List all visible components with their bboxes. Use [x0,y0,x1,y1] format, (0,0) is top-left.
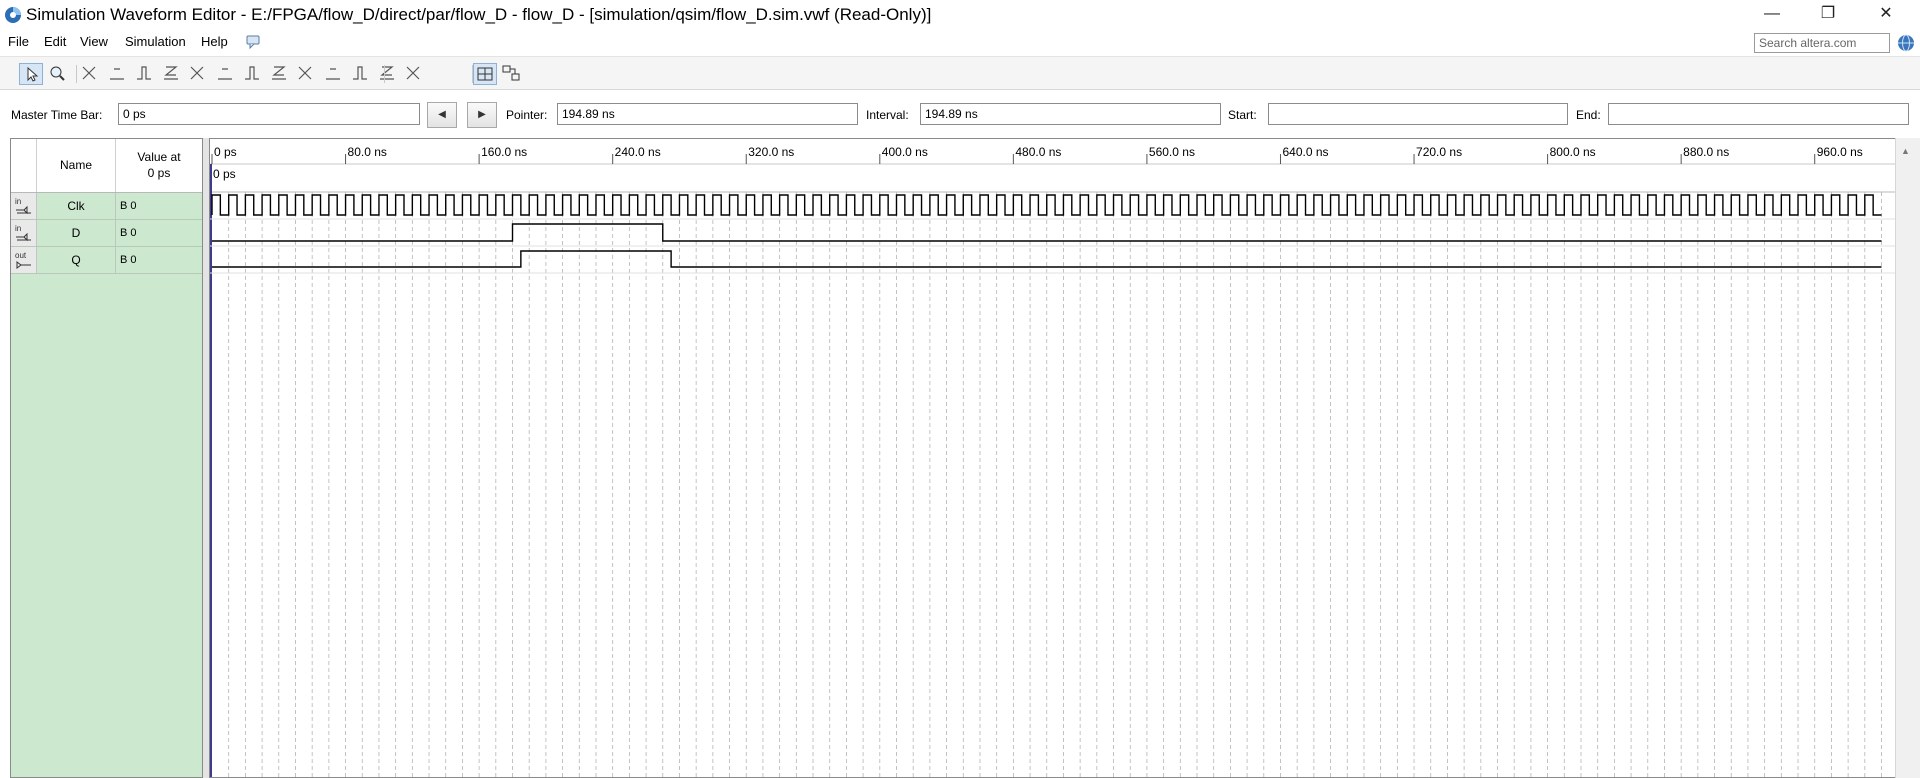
previous-transition-button[interactable]: ◀ [427,102,457,128]
node-name: Q [37,247,116,273]
node-name: D [37,220,116,246]
svg-text:in: in [15,224,21,233]
ruler-tick-label: 880.0 ns [1683,145,1729,159]
zoom-tool-button[interactable] [46,63,70,85]
waveform-canvas[interactable]: 0 ps 80.0 ns 160.0 ns 240.0 ns 320.0 ns 400.0… [210,139,1896,777]
force-dont-care-icon[interactable] [245,66,259,80]
menu-edit[interactable]: Edit [44,34,66,49]
ruler-tick-label: 80.0 ns [348,145,387,159]
ruler-tick-label: 800.0 ns [1550,145,1596,159]
master-time-bar-label: Master Time Bar: [11,108,103,122]
name-column-header[interactable]: Name [37,139,116,192]
globe-icon[interactable] [1897,34,1915,52]
arbitrary-value-icon[interactable] [406,66,420,80]
force-low-icon[interactable] [110,68,124,80]
end-label: End: [1576,108,1601,122]
ruler-tick-label: 960.0 ns [1817,145,1863,159]
vertical-scrollbar[interactable] [1895,138,1920,778]
force-high-impedance-icon[interactable] [164,66,178,80]
node-value: B 0 [120,227,137,239]
time-bar: Master Time Bar: 0 ps ◀ ▶ Pointer: 194.8… [0,96,1920,136]
close-button[interactable]: ✕ [1858,0,1914,30]
ruler-tick-label: 400.0 ns [882,145,928,159]
force-high-icon[interactable] [137,66,151,80]
window-title: Simulation Waveform Editor - E:/FPGA/flo… [26,5,932,24]
end-field[interactable] [1608,103,1909,125]
minimize-button[interactable]: — [1744,0,1800,30]
pointer-icon [27,66,39,82]
overwrite-clock-icon[interactable] [326,68,340,80]
search-input[interactable]: Search altera.com [1754,33,1890,53]
ruler-tick-label: 640.0 ns [1282,145,1328,159]
master-time-bar-label-marker: 0 ps [213,167,236,181]
waveform-toolbar [0,56,1920,90]
interval-field[interactable]: 194.89 ns [920,103,1221,125]
title-bar: Simulation Waveform Editor - E:/FPGA/flo… [0,0,1920,30]
ruler-tick-label: 720.0 ns [1416,145,1462,159]
menu-view[interactable]: View [80,34,108,49]
ruler-tick-label: 320.0 ns [748,145,794,159]
next-transition-button[interactable]: ▶ [467,102,497,128]
node-value: B 0 [120,254,137,266]
group-icon [502,65,520,81]
input-pin-icon: in [15,197,31,215]
group-nodes-button[interactable] [500,63,524,85]
start-field[interactable] [1268,103,1568,125]
value-header-line1: Value at [137,150,181,164]
start-label: Start: [1228,108,1257,122]
svg-text:in: in [15,197,21,206]
node-list-panel: Name Value at 0 ps in Clk B 0 in D B 0 o… [10,138,203,778]
ruler-tick-label: 160.0 ns [481,145,527,159]
waveform-panel[interactable]: 0 ps 80.0 ns 160.0 ns 240.0 ns 320.0 ns 400.0… [209,138,1904,778]
value-header-line2: 0 ps [147,166,171,180]
ruler-tick-label: 480.0 ns [1015,145,1061,159]
menu-help[interactable]: Help [201,34,228,49]
scroll-up-arrow-icon[interactable]: ▲ [1901,146,1910,156]
menu-bar: File Edit View Simulation Help [0,30,1920,54]
pointer-field[interactable]: 194.89 ns [557,103,858,125]
count-value-icon[interactable] [298,66,312,80]
menu-simulation[interactable]: Simulation [125,34,186,49]
input-pin-icon: in [15,224,31,242]
grid-toggle-button[interactable] [473,63,497,85]
node-row-clk[interactable]: in Clk B 0 [11,193,202,220]
ruler-tick-label: 560.0 ns [1149,145,1195,159]
node-row-d[interactable]: in D B 0 [11,220,202,247]
node-row-q[interactable]: out Q B 0 [11,247,202,274]
ruler-tick-label: 0 ps [214,145,237,159]
output-pin-icon: out [15,251,31,269]
force-weak-low-icon[interactable] [190,66,204,80]
interval-label: Interval: [866,108,909,122]
ruler-tick-label: 240.0 ns [615,145,661,159]
pointer-label: Pointer: [506,108,548,122]
master-time-bar-field[interactable]: 0 ps [118,103,420,125]
feedback-icon[interactable] [245,34,261,50]
restore-button[interactable]: ❐ [1800,0,1856,30]
quartus-app-icon [5,7,21,23]
zoom-icon [50,66,65,81]
node-name: Clk [37,193,116,219]
force-unknown-icon[interactable] [82,66,96,80]
node-value: B 0 [120,200,137,212]
random-values-icon[interactable] [353,66,367,80]
force-weak-high-icon[interactable] [218,68,232,80]
menu-file[interactable]: File [8,34,29,49]
node-list-header: Name Value at 0 ps [11,139,202,193]
waveform-edit-icons[interactable] [80,63,420,85]
selection-tool-button[interactable] [19,63,43,85]
clk-waveform [211,194,1882,216]
d-waveform [212,223,1882,242]
invert-icon[interactable] [272,66,286,80]
snap-to-grid-icon[interactable] [380,66,394,80]
svg-text:out: out [15,251,27,260]
grid-icon [477,67,493,81]
value-column-header[interactable]: Value at 0 ps [116,139,202,192]
